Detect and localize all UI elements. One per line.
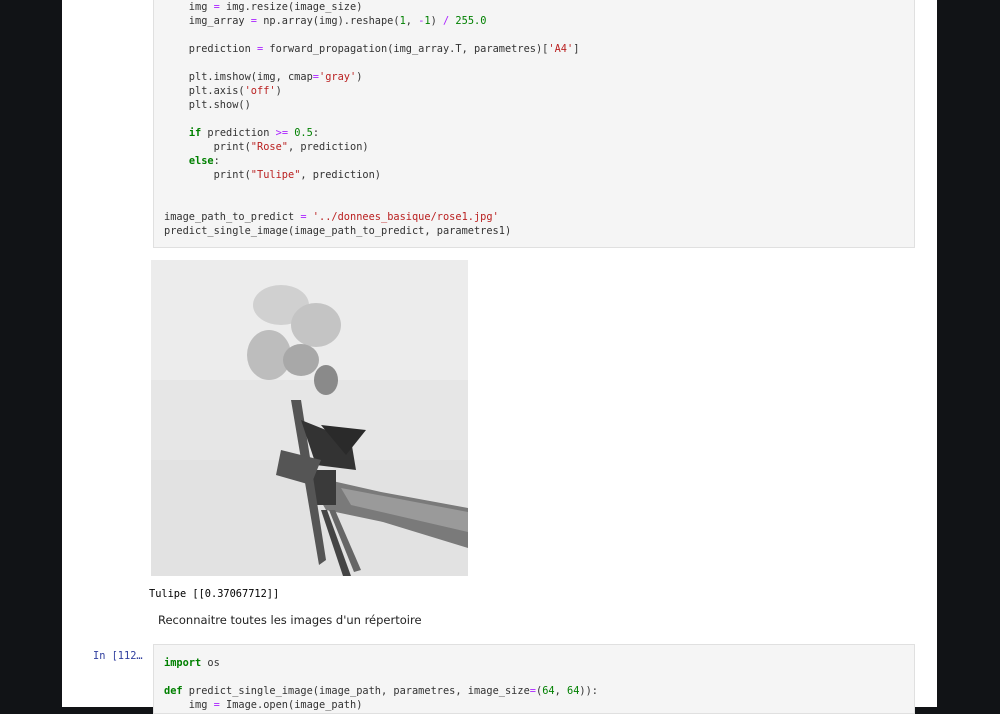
code-line: img = Image.open(image_path) xyxy=(164,699,363,711)
code-line: plt.imshow(img, cmap='gray') xyxy=(164,71,363,83)
code-line: image_path_to_predict = '../donnees_basi… xyxy=(164,211,499,223)
output-text: Tulipe [[0.37067712]] xyxy=(149,588,280,600)
code-line: plt.axis('off') xyxy=(164,85,282,97)
code-line: print("Rose", prediction) xyxy=(164,141,369,153)
code-line: if prediction >= 0.5: xyxy=(188,127,320,139)
code-line: def predict_single_image(image_path, par… xyxy=(164,685,599,697)
markdown-heading: Reconnaitre toutes les images d'un réper… xyxy=(158,613,422,627)
code-cell-1[interactable]: img = img.resize(image_size) img_array =… xyxy=(153,0,915,248)
code-line: predict_single_image(image_path_to_predi… xyxy=(164,225,512,237)
code-line: img = img.resize(image_size) xyxy=(164,1,363,13)
output-image xyxy=(151,260,468,576)
code-line: img_array = np.array(img).reshape(1, -1)… xyxy=(164,15,487,27)
rose-image-svg xyxy=(151,260,468,576)
code-line: prediction = forward_propagation(img_arr… xyxy=(164,43,580,55)
code-line: print("Tulipe", prediction) xyxy=(164,169,381,181)
code-line: import os xyxy=(164,657,220,669)
code-line: else: xyxy=(188,155,220,167)
code-line: plt.show() xyxy=(164,99,251,111)
code-cell-2[interactable]: import os def predict_single_image(image_… xyxy=(153,644,915,714)
cell-prompt: In [112… xyxy=(93,650,143,662)
